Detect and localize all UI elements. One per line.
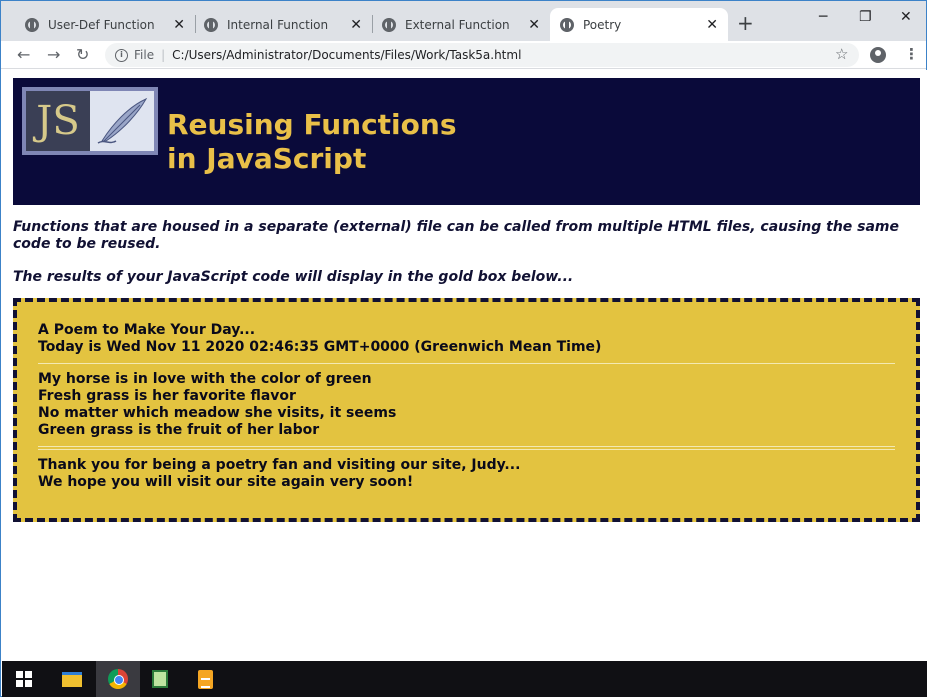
reload-icon[interactable]: ↻ (76, 45, 89, 64)
visit-line: We hope you will visit our site again ve… (38, 474, 414, 490)
tab-poetry[interactable]: Poetry ✕ (550, 8, 728, 41)
address-bar-row: ← → ↻ i File | C:/Users/Administrator/Do… (1, 41, 926, 69)
tab-internal-function[interactable]: Internal Function ✕ (194, 8, 372, 41)
back-arrow-icon[interactable]: ← (17, 45, 30, 64)
results-note: The results of your JavaScript code will… (13, 269, 574, 285)
thanks-line: Thank you for being a poetry fan and vis… (38, 457, 521, 473)
tab-label: Internal Function (227, 17, 329, 32)
page-title-line2: in JavaScript (167, 142, 367, 175)
poem-line: Green grass is the fruit of her labor (38, 422, 320, 438)
menu-kebab-icon[interactable]: ⋮ (904, 45, 919, 63)
chrome-icon (108, 669, 128, 689)
info-icon[interactable]: i (115, 48, 128, 62)
browser-window: User-Def Function ✕ Internal Function ✕ … (0, 0, 927, 697)
file-explorer-button[interactable] (50, 661, 94, 697)
globe-icon (25, 17, 39, 32)
tab-label: Poetry (583, 17, 622, 32)
poem-line: Fresh grass is her favorite flavor (38, 388, 296, 404)
close-icon[interactable]: ✕ (350, 17, 362, 33)
windows-start-button[interactable] (2, 661, 46, 697)
close-icon[interactable]: ✕ (173, 17, 185, 33)
globe-icon (204, 17, 218, 32)
close-icon[interactable]: ✕ (706, 17, 718, 33)
forward-arrow-icon[interactable]: → (47, 45, 60, 64)
new-tab-button[interactable]: + (737, 11, 754, 35)
js-logo: JS (22, 87, 158, 155)
page-viewport: JS Reusing Functions in JavaScript Funct… (2, 70, 927, 661)
restore-icon[interactable]: ❐ (859, 9, 872, 25)
chrome-taskbar-button[interactable] (96, 661, 140, 697)
file-explorer-icon (62, 671, 82, 687)
url-text[interactable]: C:/Users/Administrator/Documents/Files/W… (172, 48, 521, 62)
date-line: Today is Wed Nov 11 2020 02:46:35 GMT+00… (38, 339, 602, 355)
page-banner: JS Reusing Functions in JavaScript (13, 78, 920, 205)
bookmark-star-icon[interactable]: ☆ (835, 45, 848, 63)
windows-start-icon (16, 671, 32, 687)
poem-line: My horse is in love with the color of gr… (38, 371, 372, 387)
close-window-icon[interactable]: ✕ (900, 9, 912, 25)
divider (38, 449, 895, 450)
logo-js-text: JS (26, 91, 90, 151)
divider (38, 363, 895, 364)
close-icon[interactable]: ✕ (528, 17, 540, 33)
divider (38, 446, 895, 447)
poem-line: No matter which meadow she visits, it se… (38, 405, 397, 421)
results-gold-box: A Poem to Make Your Day... Today is Wed … (13, 298, 920, 522)
tab-strip: User-Def Function ✕ Internal Function ✕ … (1, 1, 926, 41)
tab-label: User-Def Function (48, 17, 155, 32)
notepad-taskbar-button[interactable] (138, 661, 182, 697)
tab-label: External Function (405, 17, 510, 32)
profile-avatar-icon[interactable] (870, 47, 886, 63)
globe-icon (560, 17, 574, 32)
notepad-plus-icon (152, 670, 168, 688)
url-bar[interactable]: i File | C:/Users/Administrator/Document… (105, 43, 859, 67)
intro-text: Functions that are housed in a separate … (13, 219, 900, 252)
scheme-label: File (134, 48, 155, 62)
page-title-line1: Reusing Functions (167, 108, 457, 141)
document-icon (197, 669, 213, 689)
url-divider: | (161, 48, 166, 62)
taskbar (2, 661, 927, 697)
quill-icon (90, 91, 154, 151)
minimize-icon[interactable]: ─ (819, 9, 827, 25)
page-title: Reusing Functions in JavaScript (167, 108, 457, 176)
tab-user-def-function[interactable]: User-Def Function ✕ (15, 8, 195, 41)
poem-heading: A Poem to Make Your Day... (38, 322, 256, 338)
tab-external-function[interactable]: External Function ✕ (372, 8, 550, 41)
document-taskbar-button[interactable] (183, 661, 227, 697)
globe-icon (382, 17, 396, 32)
